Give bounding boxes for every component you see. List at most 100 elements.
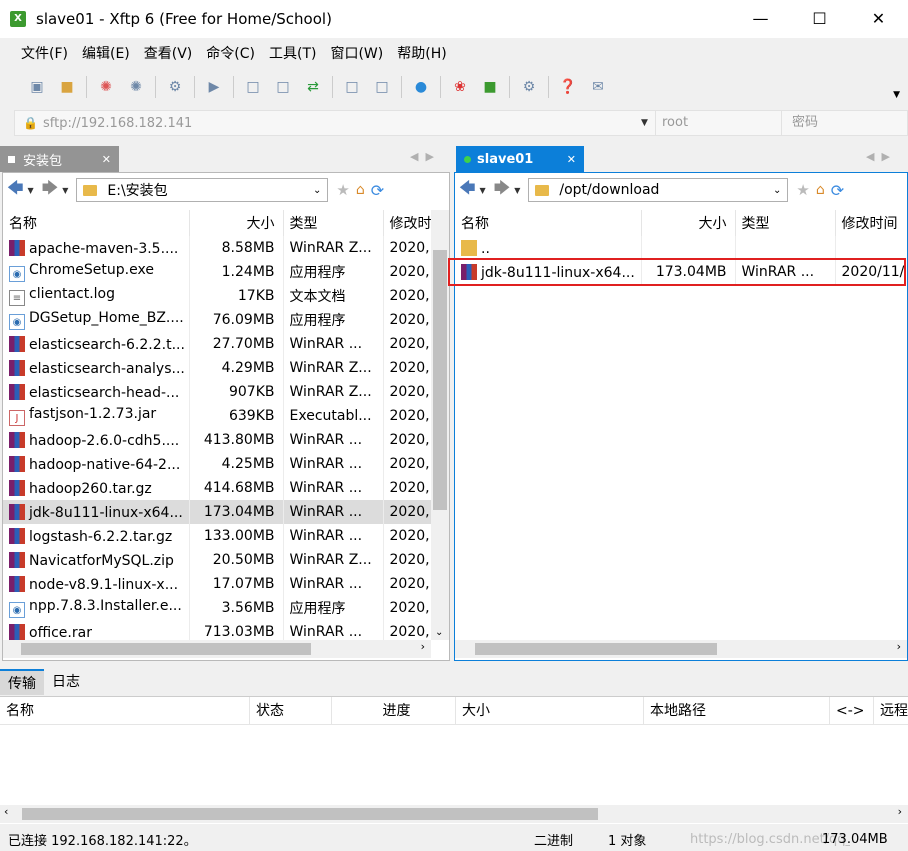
- file-row[interactable]: ◉ npp.7.8.3.Installer.e... 3.56MB 应用程序 2020,: [3, 596, 431, 620]
- menu-window[interactable]: 窗口(W): [330, 43, 383, 63]
- file-name-cell[interactable]: ◉ ChromeSetup.exe: [3, 260, 190, 284]
- file-name-cell[interactable]: hadoop-native-64-2...: [3, 452, 190, 476]
- file-row[interactable]: hadoop260.tar.gz 414.68MB WinRAR ... 2020,: [3, 476, 431, 500]
- globe-icon[interactable]: ●: [410, 76, 432, 98]
- scroll-left-icon[interactable]: ‹: [4, 805, 8, 818]
- col-type[interactable]: 类型: [735, 210, 836, 236]
- col-remote-path[interactable]: 远程: [874, 697, 908, 725]
- local-hscroll[interactable]: ›: [3, 640, 431, 658]
- file-row[interactable]: apache-maven-3.5.... 8.58MB WinRAR Z... 202…: [3, 236, 431, 260]
- maximize-button[interactable]: ☐: [790, 0, 849, 38]
- file-row[interactable]: ..: [455, 236, 907, 260]
- close-button[interactable]: ✕: [849, 0, 908, 38]
- col-status[interactable]: 状态: [250, 696, 332, 725]
- hscroll-thumb[interactable]: [475, 643, 717, 655]
- tab-scroll-icon[interactable]: ◀ ▶: [866, 150, 890, 163]
- scroll-thumb[interactable]: [433, 250, 447, 510]
- path-dropdown-icon[interactable]: ⌄: [773, 185, 781, 196]
- xshell-icon[interactable]: ❀: [449, 76, 471, 98]
- tab-local[interactable]: 安装包 ✕: [0, 146, 119, 172]
- file-row[interactable]: office.rar 713.03MB WinRAR ... 2020,: [3, 620, 431, 640]
- file-row[interactable]: ≡ clientact.log 17KB 文本文档 2020,: [3, 284, 431, 308]
- file-name-cell[interactable]: office.rar: [3, 620, 190, 640]
- col-transfer-name[interactable]: 名称: [0, 696, 250, 725]
- new-session-icon[interactable]: ▣: [26, 76, 48, 98]
- menu-tools[interactable]: 工具(T): [269, 43, 316, 63]
- transfer-icon[interactable]: ▶: [203, 76, 225, 98]
- col-local-path[interactable]: 本地路径: [644, 696, 830, 725]
- forward-icon[interactable]: 🡆: [42, 177, 59, 204]
- file-row[interactable]: jdk-8u111-linux-x64... 173.04MB WinRAR ...…: [3, 500, 431, 524]
- file-row[interactable]: hadoop-native-64-2... 4.25MB WinRAR ... 202…: [3, 452, 431, 476]
- refresh-icon[interactable]: ⟳: [831, 181, 844, 200]
- file-name-cell[interactable]: hadoop-2.6.0-cdh5....: [3, 428, 190, 452]
- scroll-down-icon[interactable]: ⌄: [435, 627, 443, 638]
- path-dropdown-icon[interactable]: ⌄: [313, 185, 321, 196]
- file-name-cell[interactable]: ◉ DGSetup_Home_BZ....: [3, 308, 190, 332]
- col-transfer-size[interactable]: 大小: [456, 696, 644, 725]
- file-name-cell[interactable]: node-v8.9.1-linux-x...: [3, 572, 190, 596]
- refresh-icon[interactable]: ⟳: [371, 181, 384, 200]
- back-icon[interactable]: 🡄: [7, 177, 24, 204]
- home-icon[interactable]: ⌂: [816, 182, 825, 198]
- back-icon[interactable]: 🡄: [459, 177, 476, 204]
- file-name-cell[interactable]: jdk-8u111-linux-x64...: [3, 500, 190, 524]
- forward-icon[interactable]: 🡆: [494, 177, 511, 204]
- file-name-cell[interactable]: logstash-6.2.2.tar.gz: [3, 524, 190, 548]
- menu-view[interactable]: 查看(V): [144, 43, 193, 63]
- file-name-cell[interactable]: ◉ npp.7.8.3.Installer.e...: [3, 596, 190, 620]
- password-input[interactable]: 密码: [781, 111, 907, 135]
- menu-file[interactable]: 文件(F): [21, 43, 68, 63]
- col-name[interactable]: 名称: [455, 210, 642, 236]
- file-name-cell[interactable]: hadoop260.tar.gz: [3, 476, 190, 500]
- file-row[interactable]: elasticsearch-analys... 4.29MB WinRAR Z...…: [3, 356, 431, 380]
- scroll-right-icon[interactable]: ›: [421, 640, 425, 653]
- close-tab-icon[interactable]: ✕: [567, 153, 576, 166]
- hscroll-thumb[interactable]: [22, 808, 598, 820]
- remote-hscroll[interactable]: ›: [455, 640, 907, 658]
- file-name-cell[interactable]: ..: [455, 236, 642, 260]
- col-name[interactable]: 名称: [3, 210, 190, 236]
- menu-help[interactable]: 帮助(H): [397, 43, 446, 63]
- copy-icon[interactable]: □: [242, 76, 264, 98]
- file-row[interactable]: elasticsearch-head-... 907KB WinRAR Z... 20…: [3, 380, 431, 404]
- hscroll-thumb[interactable]: [21, 643, 311, 655]
- col-modified[interactable]: 修改时: [383, 210, 431, 236]
- col-type[interactable]: 类型: [283, 210, 384, 236]
- file-row[interactable]: Jfastjson-1.2.73.jar 639KB Executabl... 202…: [3, 404, 431, 428]
- file-name-cell[interactable]: elasticsearch-6.2.2.t...: [3, 332, 190, 356]
- remote-path-input[interactable]: /opt/download ⌄: [528, 178, 789, 202]
- file-name-cell[interactable]: NavicatforMySQL.zip: [3, 548, 190, 572]
- scroll-right-icon[interactable]: ›: [897, 640, 901, 653]
- file-name-cell[interactable]: ≡ clientact.log: [3, 284, 190, 308]
- file-row[interactable]: hadoop-2.6.0-cdh5.... 413.80MB WinRAR ... 2…: [3, 428, 431, 452]
- file-name-cell[interactable]: Jfastjson-1.2.73.jar: [3, 404, 190, 428]
- star-icon[interactable]: ★: [796, 181, 809, 199]
- menu-command[interactable]: 命令(C): [206, 43, 255, 63]
- host-dropdown-icon[interactable]: ▼: [641, 118, 655, 128]
- chat-icon[interactable]: ✉: [587, 76, 609, 98]
- settings-icon[interactable]: ⚙: [518, 76, 540, 98]
- col-size[interactable]: 大小: [189, 210, 284, 236]
- file-row[interactable]: elasticsearch-6.2.2.t... 27.70MB WinRAR ..…: [3, 332, 431, 356]
- col-progress[interactable]: 进度: [332, 696, 456, 725]
- file-row[interactable]: ◉ ChromeSetup.exe 1.24MB 应用程序 2020,: [3, 260, 431, 284]
- scroll-right-icon[interactable]: ›: [898, 805, 902, 818]
- close-tab-icon[interactable]: ✕: [102, 153, 111, 166]
- tab-remote[interactable]: slave01 ✕: [456, 146, 584, 172]
- duplicate-icon[interactable]: □: [341, 76, 363, 98]
- toolbar-collapse-icon[interactable]: ▼: [893, 90, 900, 100]
- file-row[interactable]: NavicatforMySQL.zip 20.50MB WinRAR Z... 202…: [3, 548, 431, 572]
- star-icon[interactable]: ★: [336, 181, 349, 199]
- sync-icon[interactable]: ⇄: [302, 76, 324, 98]
- col-size[interactable]: 大小: [641, 210, 736, 236]
- file-name-cell[interactable]: apache-maven-3.5....: [3, 236, 190, 260]
- compare-icon[interactable]: □: [371, 76, 393, 98]
- menu-edit[interactable]: 编辑(E): [82, 43, 130, 63]
- tab-transfer[interactable]: 传输: [0, 669, 44, 695]
- xftp-new-icon[interactable]: ■: [479, 76, 501, 98]
- file-row[interactable]: ◉ DGSetup_Home_BZ.... 76.09MB 应用程序 2020,: [3, 308, 431, 332]
- tab-scroll-icon[interactable]: ◀ ▶: [410, 150, 434, 163]
- transfer-hscroll[interactable]: ‹ ›: [0, 805, 908, 823]
- disconnect-icon[interactable]: ✺: [125, 76, 147, 98]
